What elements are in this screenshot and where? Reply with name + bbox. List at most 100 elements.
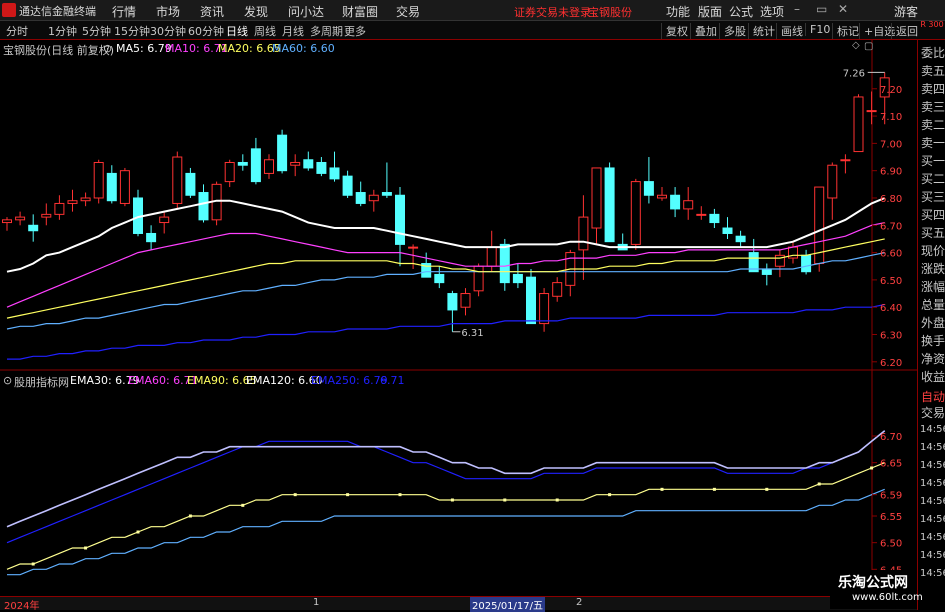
sidebar-item-ask2: 卖二: [921, 118, 945, 132]
menu-item-layout[interactable]: 版面: [698, 3, 722, 20]
candle-body: [643, 181, 654, 196]
tab-30min[interactable]: 30分钟: [150, 23, 186, 39]
watermark-url: www.60lt.com: [852, 592, 923, 603]
tab-multi-period[interactable]: 多周期: [310, 23, 343, 39]
tool-draw[interactable]: 画线: [776, 23, 803, 39]
tab-daily[interactable]: 日线: [226, 23, 248, 39]
quote-sidebar: 委比 卖五 卖四 卖三 卖二 卖一 买一 买二 买三 买四 买五 现价 涨跌 涨…: [917, 40, 945, 610]
tab-5min[interactable]: 5分钟: [82, 23, 111, 39]
ema90-dot: [31, 562, 35, 566]
candle-body: [106, 172, 117, 202]
sidebar-item-auto[interactable]: 自动: [921, 388, 945, 405]
candle-body: [264, 159, 274, 174]
menu-item-news[interactable]: 资讯: [200, 3, 224, 20]
close-icon[interactable]: ✕: [838, 2, 848, 16]
tab-more[interactable]: 更多: [344, 23, 366, 39]
tick-time: 14:56: [920, 496, 945, 507]
tool-multi-stock[interactable]: 多股: [719, 23, 746, 39]
price-tick-label: 6.70: [880, 221, 902, 232]
candle-body: [224, 161, 235, 183]
sidebar-item-bid4: 买四: [921, 208, 945, 222]
menu-item-trade[interactable]: 交易: [396, 3, 420, 20]
candle-body: [250, 148, 261, 183]
sidebar-item-net-asset: 净资: [921, 352, 945, 366]
price-tick-label: 7.00: [880, 139, 902, 150]
sidebar-item-volume: 总量: [921, 298, 945, 312]
menu-item-markets[interactable]: 市场: [156, 3, 180, 20]
sidebar-item-outer: 外盘: [921, 316, 945, 330]
ema90-dot: [765, 487, 769, 491]
candle-body: [15, 216, 26, 221]
ema60-line: [6, 430, 886, 544]
candle-body: [119, 170, 130, 204]
tab-intraday[interactable]: 分时: [6, 23, 28, 39]
menu-item-options[interactable]: 选项: [760, 3, 784, 20]
tab-1min[interactable]: 1分钟: [48, 23, 77, 39]
candle-body: [316, 161, 327, 174]
date-cursor-label: 2025/01/17/五: [470, 597, 546, 612]
price-tick-label: 6.80: [880, 194, 902, 205]
diamond-icon[interactable]: ◇: [852, 40, 860, 51]
tab-monthly[interactable]: 月线: [282, 23, 304, 39]
tab-15min[interactable]: 15分钟: [114, 23, 150, 39]
restore-icon[interactable]: ▭: [816, 2, 827, 16]
tab-60min[interactable]: 60分钟: [188, 23, 224, 39]
date-label: 1: [313, 597, 320, 608]
tool-add-watchlist[interactable]: +自选: [859, 23, 895, 39]
tool-f10[interactable]: F10: [805, 23, 830, 36]
candle-body: [840, 159, 851, 162]
menu-item-discover[interactable]: 发现: [244, 3, 268, 20]
menu-item-function[interactable]: 功能: [666, 3, 690, 20]
ema90-dot: [241, 503, 245, 507]
sidebar-item-turnover: 换手: [921, 334, 945, 348]
candle-body: [447, 293, 458, 311]
sidebar-item-trade[interactable]: 交易: [921, 404, 945, 421]
minimize-icon[interactable]: –: [794, 2, 800, 16]
candle-body: [526, 276, 536, 325]
date-axis: 2024年 1 2025/01/17/五 2: [0, 596, 917, 612]
menu-item-wealth[interactable]: 财富圈: [342, 3, 378, 20]
tool-mark[interactable]: 标记: [832, 23, 859, 39]
sub-tick-label: 6.50: [880, 539, 902, 550]
tool-stats[interactable]: 统计: [748, 23, 775, 39]
tool-overlay[interactable]: 叠加: [690, 23, 717, 39]
tick-time: 14:56: [920, 550, 945, 561]
tool-back[interactable]: 返回: [891, 23, 918, 39]
ma20-line: [6, 238, 885, 319]
price-tick-label: 6.20: [880, 358, 902, 369]
menu-item-market[interactable]: 行情: [112, 3, 136, 20]
tool-adjust[interactable]: 复权: [661, 23, 688, 39]
login-warning[interactable]: 证券交易未登录: [514, 4, 591, 20]
ema90-dot: [450, 498, 454, 502]
date-label: 2024年: [4, 601, 40, 612]
price-axis: 7.20 7.10 7.00 6.90 6.80 6.70 6.60 6.50 6.40 6.30…: [872, 85, 902, 576]
candle-body: [486, 246, 497, 267]
sidebar-item-bid-ratio[interactable]: 委比: [921, 44, 945, 61]
sidebar-item-ask3: 卖三: [921, 100, 945, 114]
candle-body: [54, 202, 65, 215]
restore-small-icon[interactable]: ▢: [864, 41, 873, 52]
menu-item-ask[interactable]: 问小达: [288, 3, 324, 20]
price-tick-label: 6.60: [880, 249, 902, 260]
candle-body: [761, 268, 772, 275]
candle-body: [93, 161, 104, 199]
candle-body: [342, 175, 353, 196]
candle-body: [460, 293, 471, 308]
sub-pane: [6, 430, 886, 576]
tick-time: 14:56: [920, 568, 945, 579]
ema90-dot: [555, 498, 559, 502]
candle-body: [552, 282, 563, 297]
tab-weekly[interactable]: 周线: [254, 23, 276, 39]
menu-item-formula[interactable]: 公式: [729, 3, 753, 20]
ema90-dot: [503, 498, 507, 502]
watermark: 乐淘公式网 www.60lt.com: [830, 570, 923, 609]
candle-body: [67, 200, 78, 204]
sub-tick-label: 6.59: [880, 491, 902, 502]
ma250-line: [7, 303, 885, 360]
candle-body: [539, 293, 550, 325]
candle-body: [28, 224, 39, 232]
candle-body: [355, 192, 366, 204]
kline-chart[interactable]: 7.26 6.31 7.20 7.10 7.00 6.90 6.80 6.70 6.60 6.5…: [0, 40, 917, 596]
guest-label[interactable]: 游客: [894, 3, 918, 20]
price-tick-label: 7.20: [880, 85, 902, 96]
